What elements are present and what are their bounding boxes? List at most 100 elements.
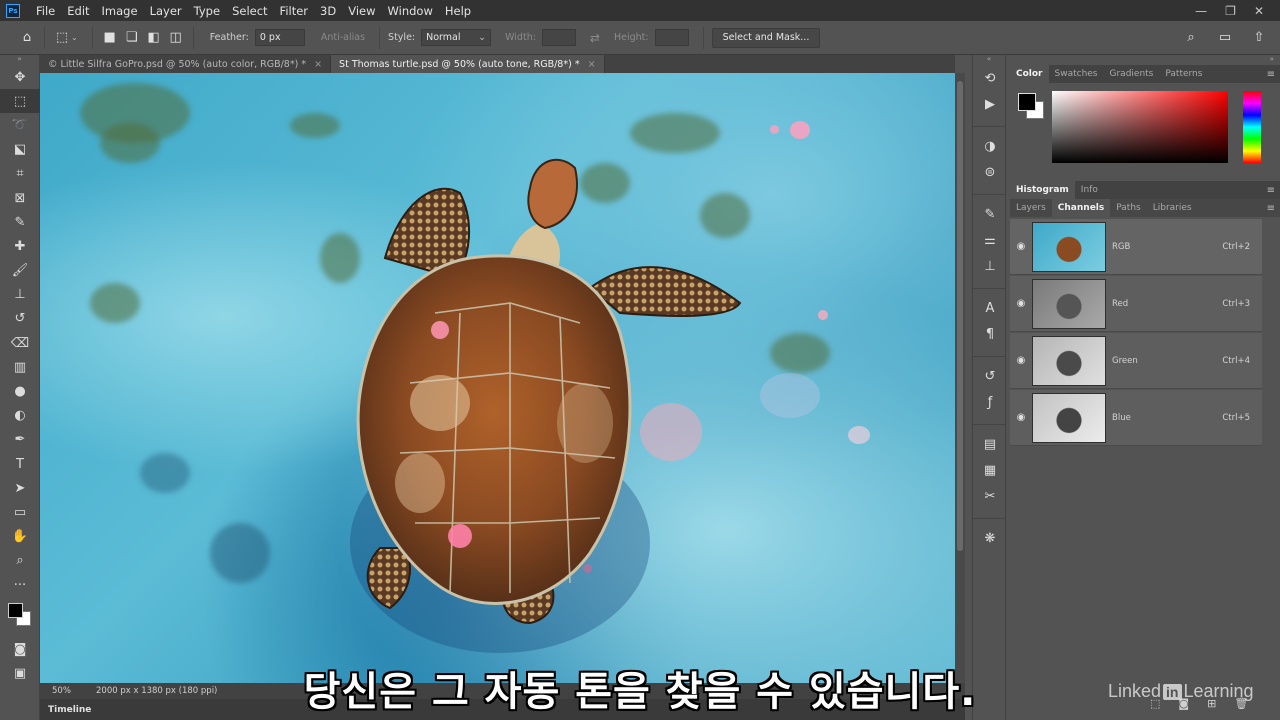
history-brush-tool-icon[interactable]: ↺ (0, 307, 40, 331)
paragraph-icon[interactable]: ¶ (973, 321, 1007, 347)
tool-presets-icon[interactable]: ✂ (973, 483, 1007, 509)
eye-icon[interactable]: ◉ (1010, 355, 1032, 366)
menu-3d[interactable]: 3D (314, 4, 342, 18)
channel-row-red[interactable]: ◉ Red Ctrl+3 (1010, 276, 1262, 332)
color-field[interactable] (1052, 91, 1228, 163)
object-selection-tool-icon[interactable]: ⬕ (0, 138, 40, 162)
scrollbar-thumb[interactable] (957, 81, 963, 551)
brush-settings-icon[interactable]: ⚌ (973, 227, 1007, 253)
channel-row-rgb[interactable]: ◉ RGB Ctrl+2 (1010, 219, 1262, 275)
tab-layers[interactable]: Layers (1010, 199, 1052, 217)
brush-tool-icon[interactable]: 🖌 (0, 259, 40, 283)
menu-file[interactable]: File (30, 4, 61, 18)
swap-icon[interactable]: ⇄ (590, 31, 600, 45)
menu-edit[interactable]: Edit (61, 4, 95, 18)
blur-tool-icon[interactable]: ● (0, 379, 40, 403)
tab-info[interactable]: Info (1075, 181, 1104, 199)
actions-play-icon[interactable]: ▶ (973, 91, 1007, 117)
tab-gradients[interactable]: Gradients (1104, 65, 1160, 83)
eyedropper-tool-icon[interactable]: ✎ (0, 210, 40, 234)
feather-input[interactable]: 0 px (254, 29, 305, 46)
properties-icon[interactable]: ⊜ (973, 159, 1007, 185)
channel-row-green[interactable]: ◉ Green Ctrl+4 (1010, 333, 1262, 389)
quick-mask-icon[interactable]: ◙ (0, 637, 40, 661)
tab-channels[interactable]: Channels (1051, 199, 1111, 217)
more-tools-icon[interactable]: ··· (0, 573, 40, 597)
width-input[interactable] (541, 29, 576, 46)
tab-st-thomas-turtle[interactable]: St Thomas turtle.psd @ 50% (auto tone, R… (331, 55, 605, 73)
close-icon[interactable]: × (314, 59, 322, 70)
select-and-mask-button[interactable]: Select and Mask... (711, 27, 821, 48)
new-selection-icon[interactable]: ■ (101, 29, 119, 47)
clone-stamp-tool-icon[interactable]: ⊥ (0, 283, 40, 307)
tab-libraries[interactable]: Libraries (1147, 199, 1198, 217)
crop-tool-icon[interactable]: ⌗ (0, 162, 40, 186)
minimize-icon[interactable]: — (1195, 4, 1207, 18)
color-swatches[interactable] (0, 597, 39, 637)
vertical-scrollbar[interactable] (955, 73, 965, 683)
hue-slider[interactable] (1243, 91, 1261, 163)
3d-icon[interactable]: ❋ (973, 525, 1007, 551)
antialias-checkbox[interactable]: Anti-alias (321, 32, 365, 43)
dodge-tool-icon[interactable]: ◐ (0, 404, 40, 428)
eye-icon[interactable]: ◉ (1010, 298, 1032, 309)
character-icon[interactable]: A (973, 295, 1007, 321)
close-icon[interactable]: × (588, 59, 596, 70)
intersect-selection-icon[interactable]: ◫ (167, 29, 185, 47)
zoom-tool-icon[interactable]: ⌕ (0, 549, 40, 573)
tab-little-silfra[interactable]: © Little Silfra GoPro.psd @ 50% (auto co… (40, 55, 332, 73)
notes-icon[interactable]: ▦ (973, 457, 1007, 483)
panel-menu-icon[interactable]: ≡ (1267, 69, 1275, 80)
frame-tool-icon[interactable]: ⊠ (0, 186, 40, 210)
pen-tool-icon[interactable]: ✒ (0, 428, 40, 452)
panel-menu-icon[interactable]: ≡ (1267, 185, 1275, 196)
close-icon[interactable]: ✕ (1254, 4, 1264, 18)
brushes-icon[interactable]: ✎ (973, 201, 1007, 227)
swatches-grid-icon[interactable]: ▤ (973, 431, 1007, 457)
menu-help[interactable]: Help (439, 4, 477, 18)
height-input[interactable] (654, 29, 689, 46)
subtract-selection-icon[interactable]: ◧ (145, 29, 163, 47)
rectangle-tool-icon[interactable]: ▭ (0, 500, 40, 524)
clone-source-icon[interactable]: ⊥ (973, 253, 1007, 279)
adjustments-icon[interactable]: ◑ (973, 133, 1007, 159)
tab-histogram[interactable]: Histogram (1010, 181, 1075, 199)
tab-color[interactable]: Color (1010, 65, 1049, 83)
foreground-color-swatch[interactable] (1018, 93, 1036, 111)
menu-layer[interactable]: Layer (144, 4, 188, 18)
marquee-preset-icon[interactable]: ⬚ (53, 29, 71, 47)
document-canvas[interactable] (40, 73, 955, 683)
panel-menu-icon[interactable]: ≡ (1267, 203, 1275, 214)
move-tool-icon[interactable]: ✥ (0, 65, 40, 89)
styles-fx-icon[interactable]: ƒ (973, 389, 1007, 415)
healing-brush-tool-icon[interactable]: ✚ (0, 234, 40, 258)
path-selection-tool-icon[interactable]: ➤ (0, 476, 40, 500)
eye-icon[interactable]: ◉ (1010, 241, 1032, 252)
tab-paths[interactable]: Paths (1110, 199, 1146, 217)
foreground-color-swatch[interactable] (8, 603, 23, 619)
menu-type[interactable]: Type (188, 4, 226, 18)
channel-row-blue[interactable]: ◉ Blue Ctrl+5 (1010, 390, 1262, 446)
hand-tool-icon[interactable]: ✋ (0, 525, 40, 549)
glyphs-icon[interactable]: ↺ (973, 363, 1007, 389)
eraser-tool-icon[interactable]: ⌫ (0, 331, 40, 355)
menu-select[interactable]: Select (226, 4, 273, 18)
search-icon[interactable]: ⌕ (1182, 29, 1200, 47)
gradient-tool-icon[interactable]: ▥ (0, 355, 40, 379)
workspace-icon[interactable]: ▭ (1216, 29, 1234, 47)
chevron-down-icon[interactable]: ⌄ (71, 33, 78, 42)
type-tool-icon[interactable]: T (0, 452, 40, 476)
menu-window[interactable]: Window (382, 4, 439, 18)
share-icon[interactable]: ⇧ (1250, 29, 1268, 47)
tab-patterns[interactable]: Patterns (1159, 65, 1208, 83)
rectangular-marquee-tool-icon[interactable]: ⬚ (0, 89, 40, 114)
menu-filter[interactable]: Filter (274, 4, 314, 18)
home-icon[interactable]: ⌂ (18, 29, 36, 47)
tab-swatches[interactable]: Swatches (1049, 65, 1104, 83)
restore-icon[interactable]: ❐ (1225, 4, 1236, 18)
add-selection-icon[interactable]: ❏ (123, 29, 141, 47)
lasso-tool-icon[interactable]: ➰ (0, 113, 40, 137)
menu-view[interactable]: View (342, 4, 381, 18)
style-select[interactable]: Normal ⌄ (421, 29, 492, 46)
collapse-icon[interactable]: » (1010, 55, 1280, 65)
